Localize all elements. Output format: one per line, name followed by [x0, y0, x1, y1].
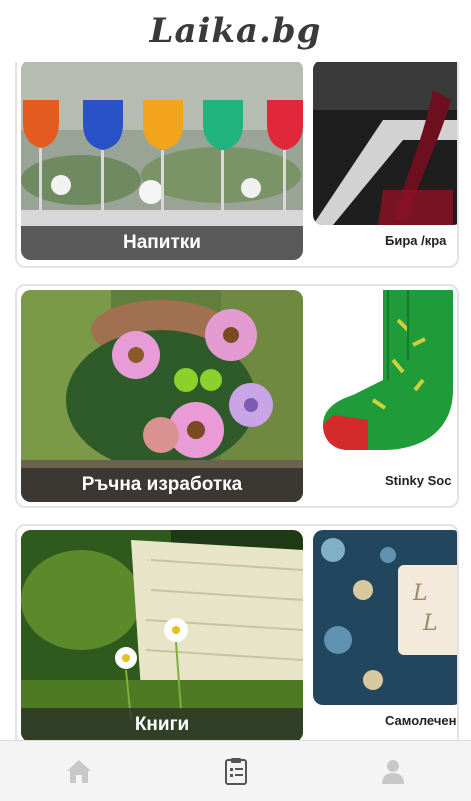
bottom-navigation	[0, 740, 471, 801]
category-tile-books[interactable]: Книги	[21, 530, 303, 740]
nav-profile-button[interactable]	[363, 746, 423, 796]
svg-text:L: L	[412, 581, 428, 606]
category-tile-handmade[interactable]: Ръчна изработка	[21, 290, 303, 502]
subcategory-label-beer: Бира /кра	[385, 233, 447, 248]
book-cover-image: L L	[313, 530, 457, 705]
subcategory-label-self-healing: Самолечение	[385, 713, 457, 728]
category-tile-drinks[interactable]: Напитки	[21, 62, 303, 260]
sock-image	[313, 290, 457, 465]
category-list: Напитки Бира /кра Ръчна изработка Stinky…	[0, 62, 471, 740]
home-icon	[66, 760, 91, 783]
app-logo: Laika.bg	[149, 11, 322, 51]
wine-pour-image	[313, 62, 457, 225]
subcategory-label-stinky-socks: Stinky Soc	[385, 473, 452, 488]
clipboard-icon	[224, 758, 247, 785]
subcategory-tile-stinky-socks[interactable]: Stinky Soc	[313, 290, 457, 488]
category-card-handmade[interactable]: Ръчна изработка Stinky Soc	[15, 284, 459, 508]
category-label-handmade: Ръчна изработка	[21, 468, 303, 502]
category-card-books[interactable]: Книги L L Самолечение	[15, 524, 459, 740]
category-card-drinks[interactable]: Напитки Бира /кра	[15, 62, 459, 268]
user-icon	[381, 760, 404, 784]
nav-home-button[interactable]	[49, 746, 109, 796]
category-label-books: Книги	[21, 708, 303, 740]
category-label-drinks: Напитки	[21, 226, 303, 260]
nav-orders-button[interactable]	[206, 746, 266, 796]
subcategory-tile-beer[interactable]: Бира /кра	[313, 62, 457, 248]
subcategory-tile-self-healing[interactable]: L L Самолечение	[313, 530, 457, 728]
app-header: Laika.bg	[0, 0, 471, 62]
svg-text:L: L	[422, 611, 438, 636]
